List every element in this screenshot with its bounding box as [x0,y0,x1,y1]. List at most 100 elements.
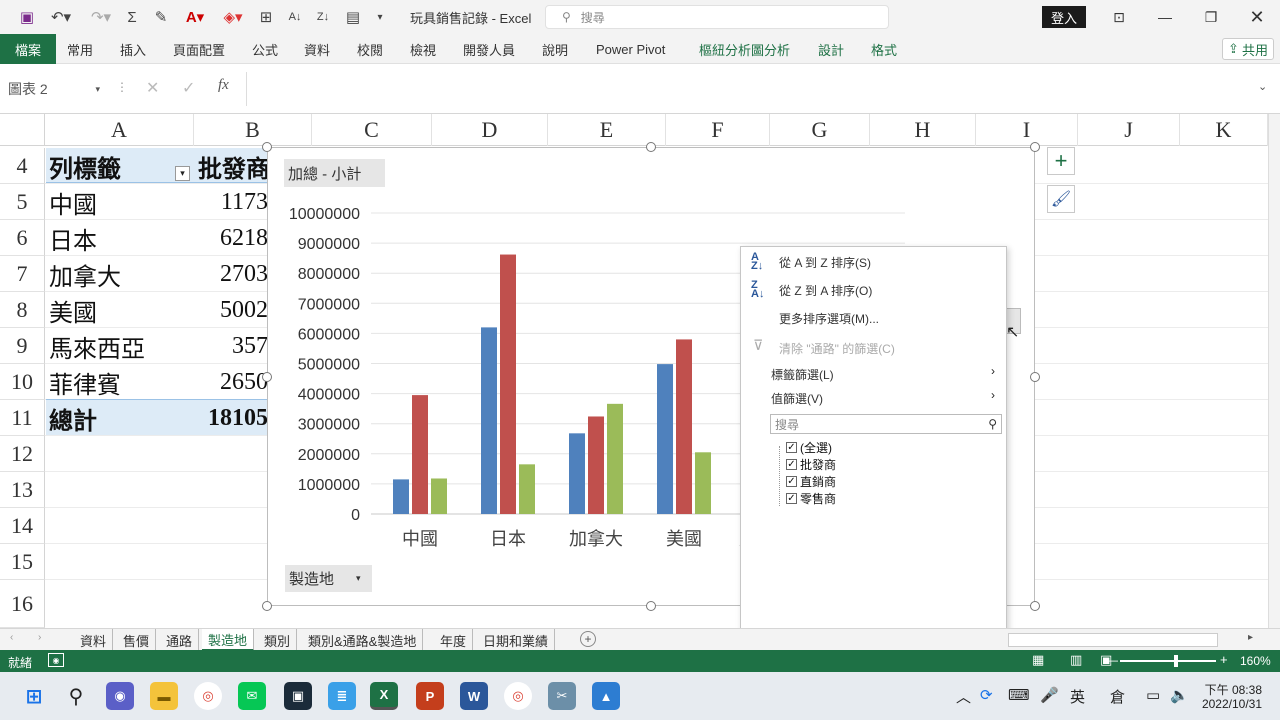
tab-insert[interactable]: 插入 [120,34,146,64]
clock-date[interactable]: 2022/10/31 [1196,697,1262,711]
page-layout-view-icon[interactable]: ▥ [1070,652,1082,668]
chevron-down-icon[interactable]: ▾ [95,84,100,95]
tab-formulas[interactable]: 公式 [252,34,278,64]
tab-developer[interactable]: 開發人員 [463,34,515,64]
zoom-slider[interactable] [1120,660,1216,662]
pivot-row-value[interactable]: 5002 [194,292,268,328]
sheet-tab[interactable]: 類別&通路&製造地 [302,629,424,651]
horizontal-scrollbar[interactable] [1008,633,1218,647]
teams-icon[interactable]: ◉ [106,682,134,710]
normal-view-icon[interactable]: ▦ [1032,652,1044,668]
resize-handle[interactable] [1030,142,1040,152]
search-box[interactable]: ⚲ 搜尋 [545,5,889,29]
more-icon[interactable]: ⋮ [116,80,128,94]
zoom-in-icon[interactable]: + [1220,652,1228,667]
sort-az-item[interactable]: 從 A 到 Z 排序(S) [779,254,871,271]
tab-view[interactable]: 檢視 [410,34,436,64]
col-header-j[interactable]: J [1078,114,1180,146]
fill-color-icon[interactable]: ◈▾ [218,6,248,28]
resize-handle[interactable] [262,601,272,611]
col-header-b[interactable]: B [194,114,312,146]
name-box[interactable]: 圖表 2 ▾ [8,78,104,100]
checkbox-retailer[interactable]: ✓ 零售商 [786,490,836,507]
axis-field-button[interactable]: 製造地 ▾ [285,565,372,592]
network-icon[interactable]: ▭ [1146,686,1160,704]
chart-elements-icon[interactable]: + [1047,147,1075,175]
row-header-6[interactable]: 6 [0,220,45,256]
row-header-10[interactable]: 10 [0,364,45,400]
snipping-icon[interactable]: ✂ [548,682,576,710]
pivot-row-value[interactable]: 2650 [194,364,268,400]
pivot-row-label[interactable]: 馬來西亞 [46,328,194,364]
scroll-left-icon[interactable]: ‹ [10,632,13,643]
row-header-12[interactable]: 12 [0,436,45,472]
borders-icon[interactable]: ⊞ [256,6,276,28]
row-header-16[interactable]: 16 [0,580,45,628]
resize-handle[interactable] [646,142,656,152]
font-color-icon[interactable]: A▾ [180,6,210,28]
line-icon[interactable]: ✉ [238,682,266,710]
row-header-4[interactable]: 4 [0,148,45,184]
pivot-row-value[interactable]: 1173 [194,184,268,220]
tab-review[interactable]: 校閱 [357,34,383,64]
row-header-11[interactable]: 11 [0,400,45,436]
ribbon-display-icon[interactable]: ⊡ [1104,6,1134,28]
share-button[interactable]: ⇪ 共用 [1222,38,1274,60]
col-header-a[interactable]: A [45,114,194,146]
pivot-row-value[interactable]: 357 [194,328,268,364]
sheet-tab[interactable]: 日期和業績 [477,629,556,651]
pivot-row-label[interactable]: 日本 [46,220,194,256]
word-icon[interactable]: W [460,682,488,710]
value-filter-item[interactable]: 值篩選(V) [771,390,823,407]
row-header-14[interactable]: 14 [0,508,45,544]
windows-start-icon[interactable]: ⊞ [20,682,48,710]
tab-page-layout[interactable]: 頁面配置 [173,34,225,64]
label-filter-item[interactable]: 標籤篩選(L) [771,366,834,383]
format-painter-icon[interactable]: ✎ [150,6,172,28]
login-button[interactable]: 登入 [1042,6,1086,28]
tab-data[interactable]: 資料 [304,34,330,64]
checkbox-direct-seller[interactable]: ✓ 直銷商 [786,473,836,490]
pivot-row-labels-header[interactable]: 列標籤 [46,148,194,184]
pivot-row-value[interactable]: 2703 [194,256,268,292]
pivot-header-b[interactable]: 批發商 [194,148,268,184]
filter-dropdown-icon[interactable]: ▾ [175,166,190,181]
search-icon[interactable]: ⚲ [62,682,90,710]
zoom-level[interactable]: 160% [1240,654,1271,668]
col-header-e[interactable]: E [548,114,666,146]
sync-icon[interactable]: ⟳ [980,686,993,704]
more-sort-item[interactable]: 更多排序選項(M)... [779,310,879,327]
cancel-icon[interactable]: ✕ [146,78,159,98]
sort-za-item[interactable]: 從 Z 到 A 排序(O) [779,282,872,299]
tab-home[interactable]: 常用 [67,34,93,64]
microphone-icon[interactable]: 🎤 [1040,686,1059,704]
chrome-icon[interactable]: ◎ [194,682,222,710]
keyboard-icon[interactable]: ⌨ [1008,686,1030,704]
col-header-i[interactable]: I [976,114,1078,146]
tab-design[interactable]: 設計 [818,34,844,64]
vertical-scrollbar[interactable] [1268,114,1280,628]
tab-format[interactable]: 格式 [871,34,897,64]
tab-power-pivot[interactable]: Power Pivot [596,34,665,64]
print-preview-icon[interactable]: ▤ [342,6,364,28]
zoom-out-icon[interactable]: — [1106,653,1118,667]
sheet-tab[interactable]: 年度 [434,629,474,651]
row-header-13[interactable]: 13 [0,472,45,508]
save-icon[interactable]: ▣ [14,6,40,28]
tab-file[interactable]: 檔案 [0,34,56,64]
checkbox-select-all[interactable]: ✓ (全選) [786,439,832,456]
sort-desc-icon[interactable]: Z↓ [312,6,334,28]
fx-icon[interactable]: fx [218,77,229,94]
resize-handle[interactable] [262,372,272,382]
volume-icon[interactable]: 🔈 [1170,686,1189,704]
powerpoint-icon[interactable]: P [416,682,444,710]
close-icon[interactable]: ✕ [1242,6,1272,28]
resize-handle[interactable] [1030,372,1040,382]
customize-qat-icon[interactable]: ▾ [372,6,388,28]
col-header-k[interactable]: K [1180,114,1268,146]
clock-time[interactable]: 下午 08:38 [1196,681,1262,698]
undo-icon[interactable]: ↶▾ [46,6,76,28]
checkbox-wholesaler[interactable]: ✓ 批發商 [786,456,836,473]
row-header-7[interactable]: 7 [0,256,45,292]
minimize-icon[interactable]: — [1150,6,1180,28]
